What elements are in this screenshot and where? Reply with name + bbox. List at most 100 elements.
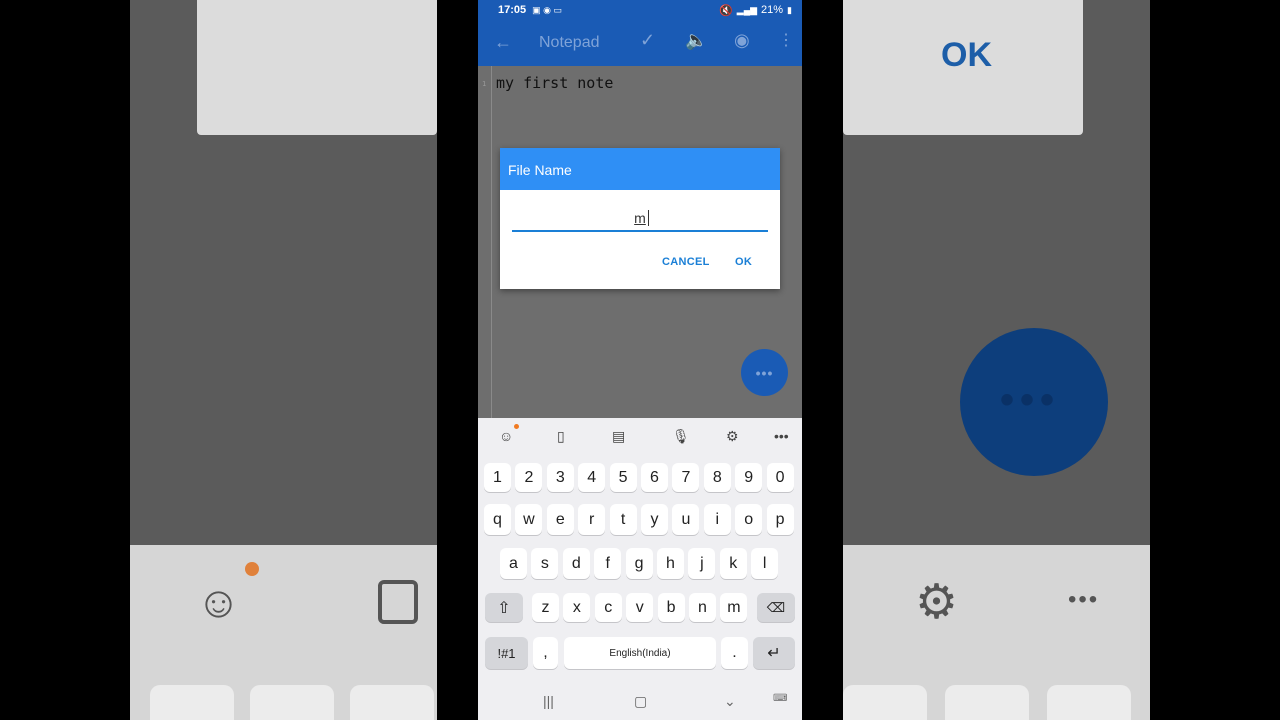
key-w[interactable]: w (515, 504, 543, 535)
background-blur-left: ☺ (130, 0, 437, 720)
notification-dot (514, 424, 519, 429)
more-icon[interactable]: ••• (774, 428, 789, 444)
key-3[interactable]: 3 (546, 463, 574, 492)
background-ok-text: OK (941, 36, 992, 74)
status-bar: 17:05 ▣ ◉ ▭ 🔇 ▂▄▆ 21% ▮ (478, 0, 802, 20)
key-k[interactable]: k (719, 548, 747, 579)
key-t[interactable]: t (609, 504, 637, 535)
key-f[interactable]: f (594, 548, 622, 579)
key-5[interactable]: 5 (609, 463, 637, 492)
key-h[interactable]: h (657, 548, 684, 579)
signal-icon: ▂▄▆ (736, 4, 758, 15)
background-dialog (197, 0, 437, 135)
key-i[interactable]: i (703, 504, 731, 535)
ok-button[interactable]: OK (735, 256, 752, 268)
key-d[interactable]: d (562, 548, 590, 579)
battery-icon: ▮ (787, 4, 792, 15)
background-settings-icon: ⚙ (915, 576, 959, 629)
background-notification-dot (245, 562, 259, 576)
screen-recording-frame: ☺ OK ••• ⚙ ••• 17:05 ▣ ◉ ▭ 🔇 ▂▄▆ 21% ▮ ←… (0, 0, 1280, 720)
comma-key[interactable]: , (533, 637, 558, 669)
line-number: 1 (482, 80, 487, 88)
backspace-key[interactable]: ⌫ (757, 593, 795, 622)
key-l[interactable]: l (751, 548, 779, 579)
enter-arrow-icon: ↵ (767, 645, 781, 662)
status-time: 17:05 (498, 4, 527, 16)
keyboard-layout-icon[interactable]: ▤ (612, 428, 625, 445)
key-1[interactable]: 1 (484, 463, 511, 492)
background-more-icon: ••• (1068, 586, 1100, 613)
line-gutter (491, 66, 492, 418)
key-4[interactable]: 4 (578, 463, 606, 492)
symbols-key[interactable]: !#1 (485, 637, 528, 669)
eye-icon[interactable]: ◉ (734, 30, 750, 51)
clipboard-icon[interactable]: ▯ (557, 428, 565, 445)
key-y[interactable]: y (641, 504, 668, 535)
app-bar: ← Notepad ✓ 🔈 ◉ ⋮ (478, 20, 802, 66)
key-x[interactable]: x (563, 593, 591, 622)
key-2[interactable]: 2 (515, 463, 543, 492)
background-key (350, 685, 434, 720)
background-key (843, 685, 927, 720)
key-e[interactable]: e (546, 504, 574, 535)
overflow-menu-icon[interactable]: ⋮ (778, 30, 794, 50)
microphone-icon[interactable]: 🎙 (672, 428, 690, 445)
background-key (150, 685, 234, 720)
key-g[interactable]: g (625, 548, 653, 579)
keyboard-switch-icon[interactable]: ⌨ (773, 693, 787, 704)
key-p[interactable]: p (766, 504, 794, 535)
text-caret (648, 210, 649, 226)
shift-key[interactable]: ⇧ (485, 593, 523, 622)
key-u[interactable]: u (672, 504, 700, 535)
keyboard-toolbar: ☺ ▯ ▤ 🎙 ⚙ ••• (478, 418, 802, 456)
hide-keyboard-icon[interactable]: ⌄ (724, 693, 736, 710)
period-key[interactable]: . (721, 637, 748, 669)
file-name-dialog: File Name CANCEL OK (500, 148, 780, 289)
phone-screen: 17:05 ▣ ◉ ▭ 🔇 ▂▄▆ 21% ▮ ← Notepad ✓ 🔈 ◉ … (478, 0, 802, 720)
background-key (945, 685, 1029, 720)
speaker-icon[interactable]: 🔈 (685, 30, 707, 51)
check-icon[interactable]: ✓ (640, 30, 655, 51)
key-8[interactable]: 8 (703, 463, 731, 492)
app-title: Notepad (539, 34, 600, 51)
background-clipboard-icon (378, 580, 418, 624)
note-text[interactable]: my first note (496, 74, 613, 92)
key-9[interactable]: 9 (735, 463, 763, 492)
key-a[interactable]: a (500, 548, 527, 579)
emoji-icon[interactable]: ☺ (499, 428, 513, 444)
enter-key[interactable]: ↵ (753, 637, 795, 669)
space-bar[interactable]: English(India) (564, 637, 716, 669)
key-n[interactable]: n (689, 593, 716, 622)
key-r[interactable]: r (578, 504, 606, 535)
back-arrow-icon[interactable]: ← (494, 32, 512, 53)
key-b[interactable]: b (657, 593, 685, 622)
key-o[interactable]: o (735, 504, 763, 535)
cancel-button[interactable]: CANCEL (662, 256, 710, 268)
on-screen-keyboard: ☺ ▯ ▤ 🎙 ⚙ ••• 1234567890 qwertyuiop asdf… (478, 418, 802, 720)
battery-percent: 21% (761, 4, 784, 16)
key-j[interactable]: j (688, 548, 716, 579)
file-name-input[interactable] (512, 206, 768, 232)
background-fab-dots: ••• (1000, 378, 1061, 422)
background-key (250, 685, 334, 720)
recent-apps-icon[interactable]: ||| (543, 693, 554, 709)
status-notification-icons: ▣ ◉ ▭ (532, 4, 563, 15)
settings-icon[interactable]: ⚙ (726, 428, 739, 445)
shift-arrow-icon: ⇧ (497, 599, 511, 617)
key-v[interactable]: v (626, 593, 654, 622)
background-key (1047, 685, 1131, 720)
key-c[interactable]: c (594, 593, 622, 622)
home-icon[interactable]: ▢ (634, 693, 647, 710)
key-m[interactable]: m (720, 593, 748, 622)
backspace-icon: ⌫ (766, 599, 786, 615)
more-options-fab[interactable]: ••• (741, 349, 788, 396)
key-0[interactable]: 0 (766, 463, 794, 492)
dialog-title: File Name (500, 148, 780, 190)
key-q[interactable]: q (484, 504, 511, 535)
key-6[interactable]: 6 (641, 463, 668, 492)
key-z[interactable]: z (532, 593, 559, 622)
more-dots-icon: ••• (755, 364, 774, 381)
key-7[interactable]: 7 (672, 463, 700, 492)
key-s[interactable]: s (531, 548, 559, 579)
background-emoji-icon: ☺ (196, 578, 241, 627)
